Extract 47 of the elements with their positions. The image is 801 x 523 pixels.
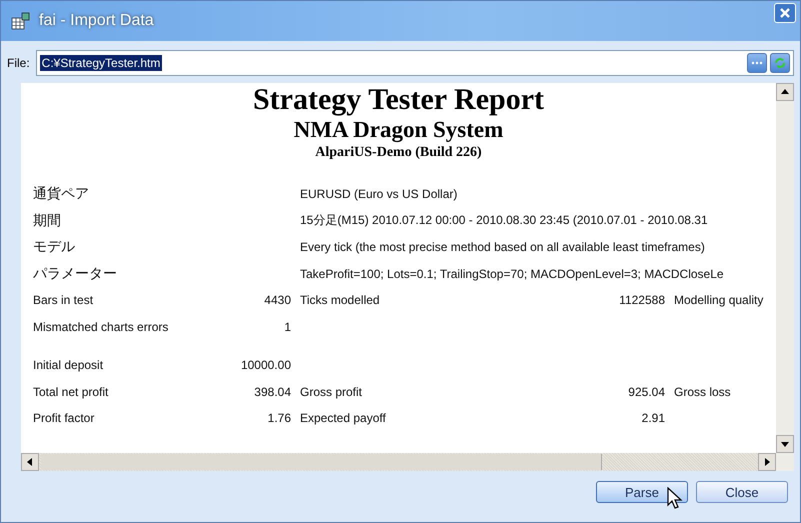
vertical-scrollbar[interactable]: [776, 83, 794, 453]
scroll-down-icon[interactable]: [776, 435, 794, 453]
stat-label: Total net profit: [33, 384, 110, 399]
scroll-right-icon[interactable]: [758, 453, 776, 471]
report-server: AlpariUS-Demo (Build 226): [314, 144, 483, 162]
report-title: Strategy Tester Report: [252, 83, 546, 117]
stat-label: Ticks modelled: [299, 293, 381, 308]
refresh-icon[interactable]: [770, 53, 790, 73]
report-subtitle: NMA Dragon System: [292, 117, 504, 143]
file-label: File:: [7, 56, 30, 70]
file-path-value: C:¥StrategyTester.htm: [40, 55, 162, 71]
stat-value: 2.91: [640, 411, 665, 426]
window-title: fai - Import Data: [39, 12, 155, 30]
stat-value: 10000.00: [240, 358, 291, 372]
stat-value: 1.76: [266, 411, 291, 426]
stat-label: Gross profit: [299, 384, 364, 399]
stat-value: 398.04: [253, 384, 291, 399]
row-value: TakeProfit=100; Lots=0.1; TrailingStop=70; MACDOpenLevel=3; MACDCloseLe: [299, 266, 725, 281]
stat-label: Bars in test: [33, 293, 94, 308]
stat-label: Initial deposit: [33, 358, 104, 372]
scroll-up-icon[interactable]: [776, 83, 794, 101]
row-value: EURUSD (Euro vs US Dollar): [299, 187, 458, 202]
stat-value: 925.04: [627, 384, 665, 399]
stat-label: Modelling quality: [673, 293, 764, 308]
row-label: パラメーター: [33, 264, 118, 283]
scrollbar-corner: [776, 453, 794, 471]
close-button[interactable]: Close: [696, 481, 788, 503]
row-value: 15分足(M15) 2010.07.12 00:00 - 2010.08.30 23:45 (2010.07.01 - 2010.08.31: [299, 212, 709, 230]
stat-label: Profit factor: [33, 411, 96, 426]
table-icon: [11, 12, 31, 30]
mouse-pointer-icon: [667, 487, 683, 511]
row-label: モデル: [33, 238, 76, 256]
stat-value: 4430: [263, 293, 291, 308]
stat-value: 1122588: [618, 293, 665, 308]
close-icon[interactable]: [774, 3, 796, 23]
stat-label: Expected payoff: [299, 411, 387, 426]
horizontal-scrollbar[interactable]: [21, 453, 794, 471]
row-value: Every tick (the most precise method based on all available least timeframes): [299, 240, 706, 254]
stat-label: Mismatched charts errors: [33, 320, 170, 334]
file-path-field[interactable]: C:¥StrategyTester.htm: [36, 50, 794, 76]
more-icon[interactable]: [747, 53, 767, 73]
scroll-left-icon[interactable]: [21, 453, 39, 471]
row-label: 期間: [33, 212, 62, 230]
row-label: 通貨ペア: [33, 185, 90, 204]
stat-value: 1: [283, 320, 291, 334]
stat-label: Gross loss: [673, 384, 732, 399]
scroll-thumb[interactable]: [41, 454, 602, 470]
